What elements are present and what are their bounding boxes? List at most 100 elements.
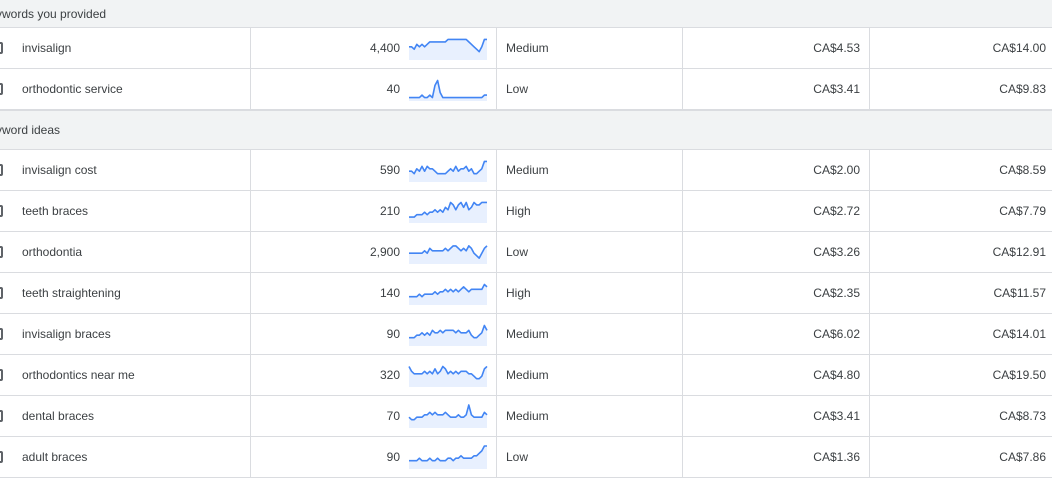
search-trend-sparkline xyxy=(409,79,487,101)
checkbox-icon[interactable] xyxy=(0,287,3,299)
competition-cell: High xyxy=(506,204,531,218)
checkbox-icon[interactable] xyxy=(0,451,3,463)
column-divider xyxy=(869,355,870,395)
search-trend-sparkline xyxy=(409,201,487,223)
table-row[interactable]: orthodontic service 40 Low CA$3.41 CA$9.… xyxy=(0,69,1052,110)
top-of-page-bid-low-cell: CA$3.41 xyxy=(813,82,860,96)
search-trend-sparkline xyxy=(409,324,488,346)
sparkline-area xyxy=(409,202,487,223)
column-divider xyxy=(682,314,683,354)
keyword-cell[interactable]: orthodontics near me xyxy=(22,368,135,382)
checkbox-icon[interactable] xyxy=(0,42,3,54)
column-divider xyxy=(250,355,251,395)
column-divider xyxy=(496,273,497,313)
table-row[interactable]: adult braces 90 Low CA$1.36 CA$7.86 xyxy=(0,437,1052,478)
sparkline-line xyxy=(409,79,487,99)
top-of-page-bid-high-cell: CA$8.73 xyxy=(999,409,1046,423)
checkbox-icon[interactable] xyxy=(0,164,3,176)
avg-monthly-searches-cell: 210 xyxy=(379,204,400,218)
column-divider xyxy=(682,28,683,68)
avg-monthly-searches-cell: 320 xyxy=(379,368,400,382)
column-divider xyxy=(496,69,497,109)
top-of-page-bid-high-cell: CA$8.59 xyxy=(999,163,1046,177)
column-divider xyxy=(682,355,683,395)
column-divider xyxy=(869,396,870,436)
column-divider xyxy=(250,69,251,109)
column-divider xyxy=(496,314,497,354)
search-trend-sparkline xyxy=(408,404,488,428)
top-of-page-bid-high-cell: CA$14.00 xyxy=(992,41,1046,55)
top-of-page-bid-high-cell: CA$9.83 xyxy=(999,82,1046,96)
table-row[interactable]: invisalign braces 90 Medium CA$6.02 CA$1… xyxy=(0,314,1052,355)
search-trend-sparkline xyxy=(409,445,487,469)
column-divider xyxy=(496,355,497,395)
keyword-cell[interactable]: teeth straightening xyxy=(22,286,121,300)
column-divider xyxy=(869,69,870,109)
top-of-page-bid-high-cell: CA$19.50 xyxy=(992,368,1046,382)
column-divider xyxy=(496,437,497,477)
keyword-cell[interactable]: invisalign cost xyxy=(22,163,97,177)
top-of-page-bid-low-cell: CA$2.72 xyxy=(813,204,860,218)
avg-monthly-searches-cell: 4,400 xyxy=(369,41,400,55)
column-divider xyxy=(250,150,251,190)
avg-monthly-searches-cell: 590 xyxy=(379,163,400,177)
column-divider xyxy=(250,232,251,272)
column-divider xyxy=(682,69,683,109)
table-row[interactable]: teeth straightening 140 High CA$2.35 CA$… xyxy=(0,273,1052,314)
search-trend-sparkline xyxy=(409,283,488,305)
checkbox-icon[interactable] xyxy=(0,205,3,217)
table-row[interactable]: invisalign cost 590 Medium CA$2.00 CA$8.… xyxy=(0,150,1052,191)
column-divider xyxy=(250,437,251,477)
keyword-table: ywords you provided invisalign 4,400 Med… xyxy=(0,0,1052,478)
avg-monthly-searches-cell: 2,900 xyxy=(369,245,400,259)
column-divider xyxy=(496,150,497,190)
avg-monthly-searches-cell: 90 xyxy=(386,327,400,341)
column-divider xyxy=(682,396,683,436)
checkbox-icon[interactable] xyxy=(0,369,3,381)
table-row[interactable]: orthodontics near me 320 Medium CA$4.80 … xyxy=(0,355,1052,396)
keyword-cell[interactable]: teeth braces xyxy=(22,204,88,218)
column-divider xyxy=(496,232,497,272)
column-divider xyxy=(250,396,251,436)
table-row[interactable]: invisalign 4,400 Medium CA$4.53 CA$14.00 xyxy=(0,28,1052,69)
search-trend-sparkline xyxy=(409,160,487,182)
table-row[interactable]: teeth braces 210 High CA$2.72 CA$7.79 xyxy=(0,191,1052,232)
keyword-cell[interactable]: invisalign xyxy=(22,41,71,55)
checkbox-icon[interactable] xyxy=(0,83,3,95)
top-of-page-bid-high-cell: CA$7.79 xyxy=(999,204,1046,218)
top-of-page-bid-low-cell: CA$6.02 xyxy=(813,327,860,341)
column-divider xyxy=(250,273,251,313)
competition-cell: Low xyxy=(506,450,529,464)
top-of-page-bid-low-cell: CA$2.00 xyxy=(813,163,860,177)
column-divider xyxy=(869,314,870,354)
competition-cell: Medium xyxy=(506,327,549,341)
keyword-cell[interactable]: orthodontia xyxy=(22,245,82,259)
keyword-cell[interactable]: invisalign braces xyxy=(22,327,111,341)
keyword-cell[interactable]: dental braces xyxy=(22,409,94,423)
keyword-cell[interactable]: adult braces xyxy=(22,450,87,464)
column-divider xyxy=(869,28,870,68)
competition-cell: Medium xyxy=(506,41,549,55)
column-divider xyxy=(682,232,683,272)
column-divider xyxy=(496,396,497,436)
checkbox-icon[interactable] xyxy=(0,410,3,422)
top-of-page-bid-high-cell: CA$14.01 xyxy=(992,327,1046,341)
section-title: yword ideas xyxy=(0,123,61,137)
top-of-page-bid-high-cell: CA$11.57 xyxy=(993,286,1046,300)
checkbox-icon[interactable] xyxy=(0,246,3,258)
sparkline-area xyxy=(409,325,487,346)
column-divider xyxy=(496,191,497,231)
checkbox-icon[interactable] xyxy=(0,328,3,340)
keyword-cell[interactable]: orthodontic service xyxy=(22,82,123,96)
top-of-page-bid-high-cell: CA$7.86 xyxy=(999,450,1046,464)
sparkline-area xyxy=(409,39,487,60)
section-title: ywords you provided xyxy=(0,7,107,21)
column-divider xyxy=(250,191,251,231)
top-of-page-bid-low-cell: CA$4.53 xyxy=(813,41,860,55)
column-divider xyxy=(682,150,683,190)
column-divider xyxy=(869,150,870,190)
table-row[interactable]: orthodontia 2,900 Low CA$3.26 CA$12.91 xyxy=(0,232,1052,273)
column-divider xyxy=(869,232,870,272)
avg-monthly-searches-cell: 40 xyxy=(386,82,400,96)
table-row[interactable]: dental braces 70 Medium CA$3.41 CA$8.73 xyxy=(0,396,1052,437)
